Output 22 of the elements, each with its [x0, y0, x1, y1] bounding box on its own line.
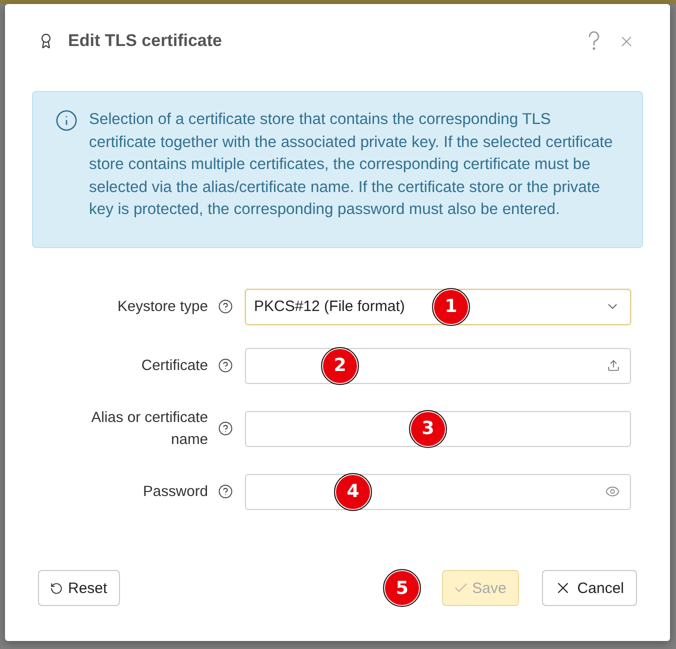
info-icon: [55, 109, 78, 132]
upload-icon[interactable]: [607, 359, 620, 372]
reset-button[interactable]: Reset: [38, 570, 120, 606]
help-icon[interactable]: [218, 484, 233, 499]
password-field[interactable]: [245, 474, 631, 510]
field-label: Password: [142, 482, 208, 502]
number-marker: 5: [383, 569, 422, 607]
undo-icon: [50, 582, 63, 594]
help-icon[interactable]: [218, 421, 233, 436]
help-icon[interactable]: [218, 358, 233, 373]
cancel-button[interactable]: Cancel: [542, 570, 637, 606]
help-icon[interactable]: [218, 299, 233, 314]
info-text: Selection of a certificate store that contains the corresponding TLS certificate together with the associated private key. If the selected certificate store contains multiple certificates, the corresponding certificate must be selected via the alias/certificate name. If the certificate store or the private key is protected, the corresponding password must also be entered.: [89, 110, 614, 220]
text-field[interactable]: [245, 410, 631, 446]
field-label: Keystore type: [116, 298, 208, 316]
field-label: Certificate: [140, 356, 208, 376]
help-icon: [588, 31, 600, 51]
dialog-title: Edit TLS certificate: [68, 31, 223, 51]
help-button[interactable]: [588, 31, 600, 51]
field-label: Alias or certificate name: [90, 408, 208, 450]
eye-icon[interactable]: [605, 484, 620, 499]
file-field[interactable]: [245, 348, 631, 384]
